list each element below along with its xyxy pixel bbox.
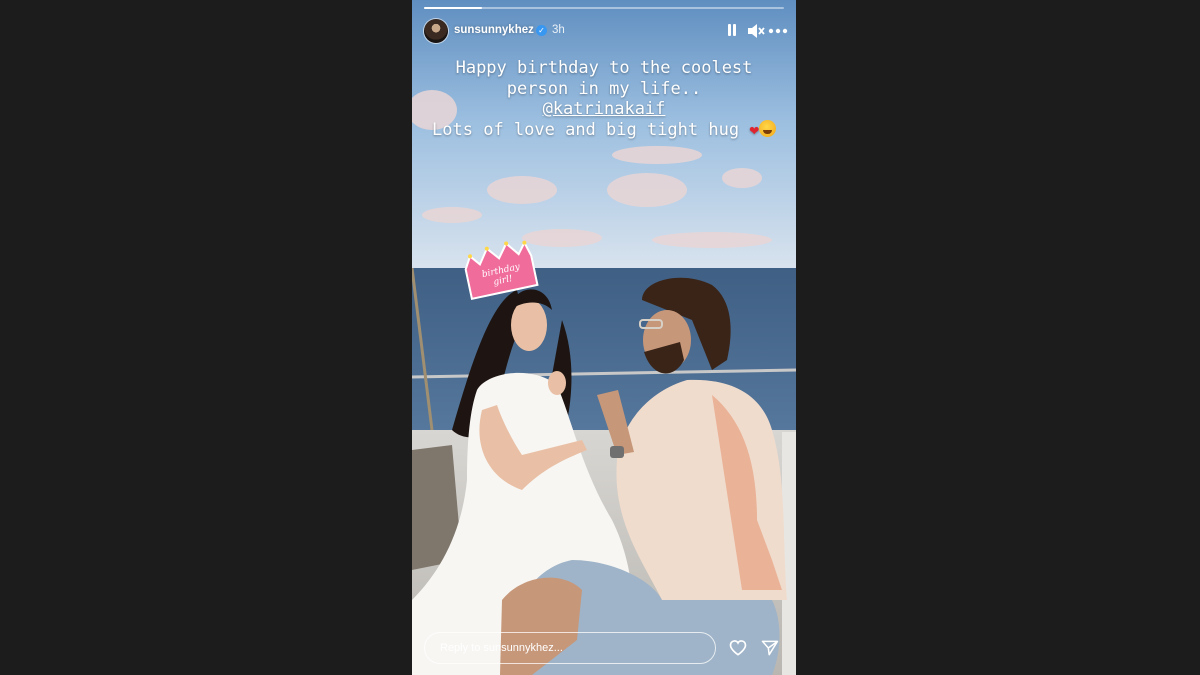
caption-line-2: person in my life.. (506, 78, 702, 99)
speaker-muted-icon[interactable] (746, 22, 766, 40)
story-progress-bar (424, 7, 784, 9)
pause-icon[interactable] (722, 22, 742, 40)
avatar[interactable] (424, 19, 448, 43)
hugging-face-emoji (758, 119, 776, 137)
heart-outline-icon[interactable] (728, 638, 748, 658)
caption-line-1: Happy birthday to the coolest (455, 58, 753, 78)
username[interactable]: sunsunnykhez (454, 24, 534, 36)
post-time: 3h (552, 24, 565, 36)
story-viewer[interactable]: sunsunnykhez ✓ 3h Happy birthday to the … (412, 0, 796, 675)
story-progress-fill (424, 7, 482, 9)
story-header: sunsunnykhez ✓ 3h (424, 19, 788, 43)
send-icon[interactable] (760, 638, 780, 658)
caption-line-4: Lots of love and big tight hug (432, 119, 740, 140)
red-heart-emoji: ❤ (749, 119, 759, 139)
reply-placeholder: Reply to sunsunnykhez... (440, 642, 563, 654)
mention-link[interactable]: @katrinakaif (543, 99, 666, 119)
more-dots-icon[interactable] (766, 22, 790, 40)
verified-badge-icon: ✓ (536, 25, 547, 36)
story-caption: Happy birthday to the coolest person in … (412, 58, 796, 140)
reply-input[interactable]: Reply to sunsunnykhez... (424, 632, 716, 664)
